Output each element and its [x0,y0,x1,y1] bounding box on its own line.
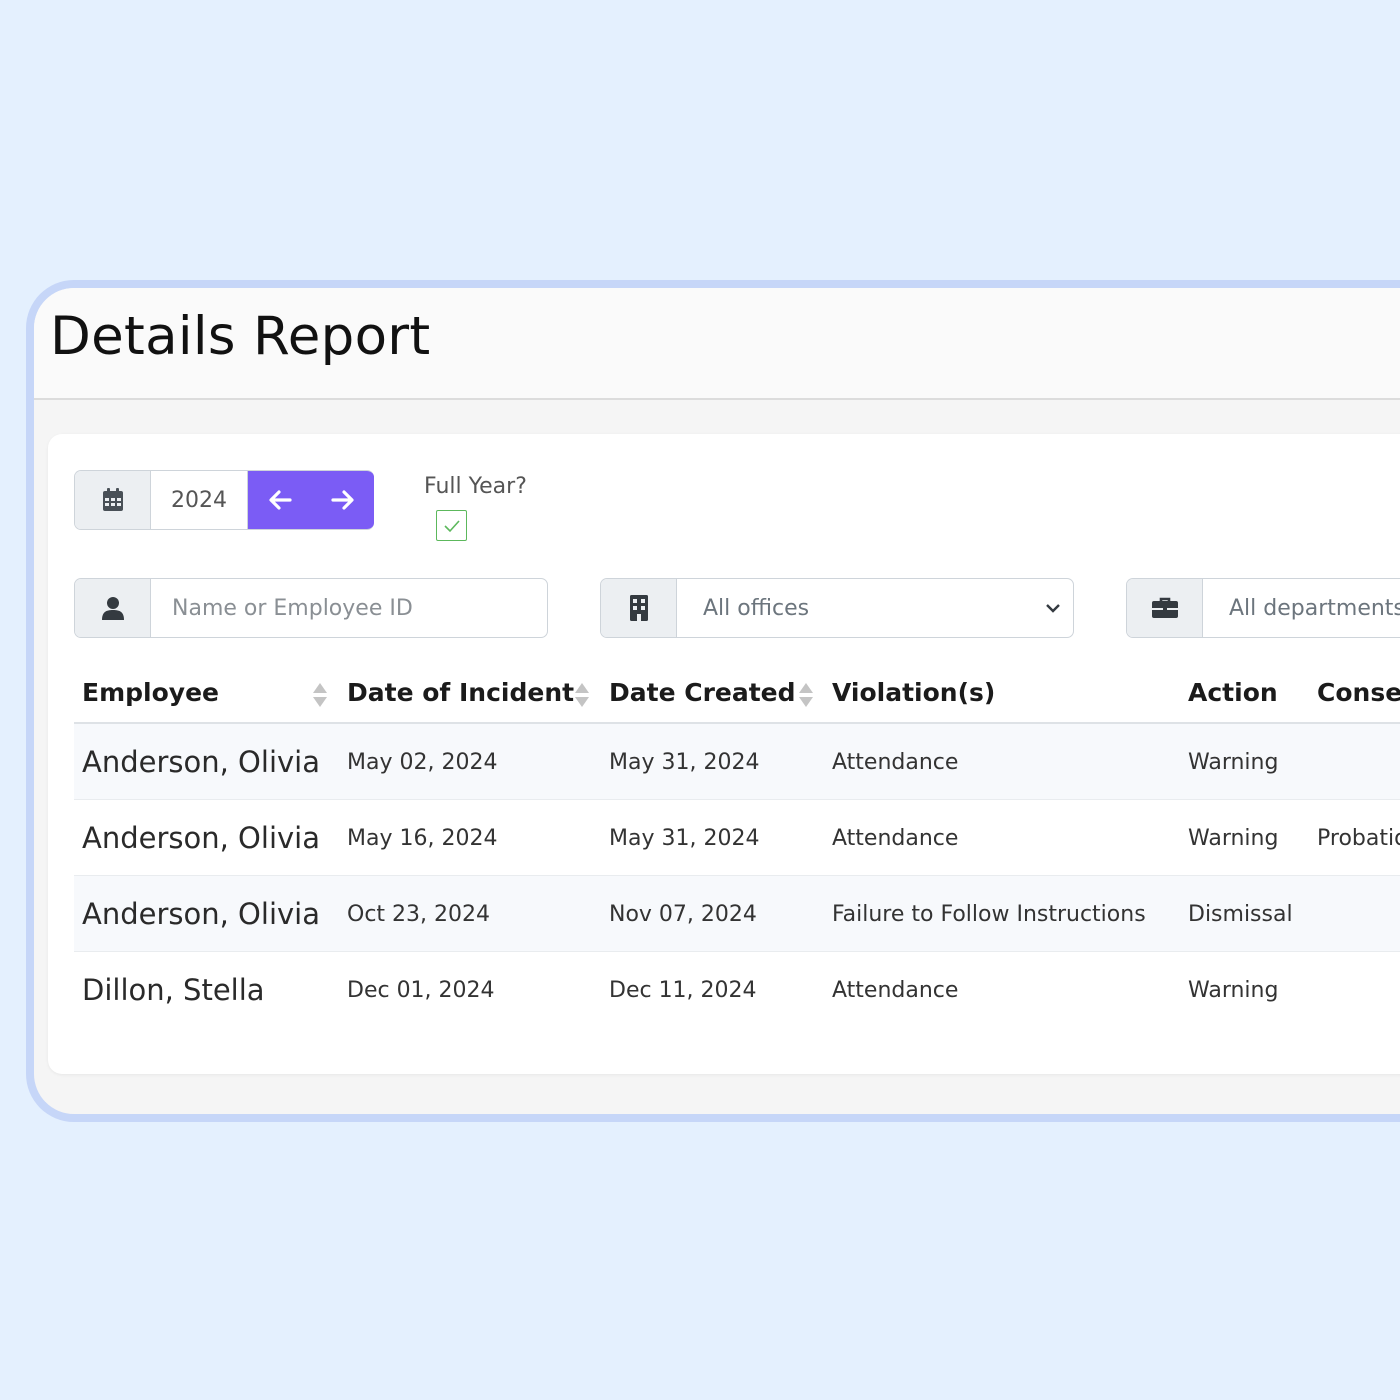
page-header: Details Report [34,288,1400,400]
calendar-icon [75,471,151,529]
year-selector: 2024 [74,470,374,530]
previous-year-button[interactable] [248,471,311,529]
report-panel: 2024 Full Year? Name or Employee ID All … [48,434,1400,1074]
employee-cell: Anderson, Olivia [82,745,320,779]
arrow-right-icon [330,490,354,510]
table-row[interactable]: Anderson, Olivia May 16, 2024 May 31, 20… [74,800,1400,876]
next-year-button[interactable] [311,471,374,529]
briefcase-icon [1127,579,1203,637]
department-select[interactable]: All departments [1203,579,1400,637]
column-header-consequence: Consequence [1317,678,1400,707]
sort-icon[interactable] [574,682,590,708]
sort-icon[interactable] [798,682,814,708]
office-filter: All offices [600,578,1074,638]
violation-cell: Attendance [832,977,959,1003]
table-header: Employee Date of Incident Date Created V… [74,666,1400,724]
employee-filter: Name or Employee ID [74,578,548,638]
violation-cell: Failure to Follow Instructions [832,901,1146,927]
report-window: Details Report 2024 Full Year? Name or E… [26,280,1400,1122]
employee-cell: Anderson, Olivia [82,897,320,931]
page-title: Details Report [50,306,431,367]
table-row[interactable]: Anderson, Olivia May 02, 2024 May 31, 20… [74,724,1400,800]
department-select-value: All departments [1229,595,1400,621]
incident-date-cell: May 16, 2024 [347,825,498,851]
incident-date-cell: May 02, 2024 [347,749,498,775]
created-date-cell: Dec 11, 2024 [609,977,757,1003]
department-filter: All departments [1126,578,1400,638]
arrow-left-icon [268,490,292,510]
column-header-date-created[interactable]: Date Created [609,678,796,707]
incident-date-cell: Oct 23, 2024 [347,901,490,927]
action-cell: Dismissal [1188,901,1293,927]
full-year-checkbox[interactable] [436,510,467,541]
column-header-violations: Violation(s) [832,678,996,707]
violation-cell: Attendance [832,749,959,775]
building-icon [601,579,677,637]
created-date-cell: May 31, 2024 [609,825,760,851]
office-select[interactable]: All offices [677,579,1073,637]
violation-cell: Attendance [832,825,959,851]
consequence-cell: Probation [1317,825,1400,851]
column-header-employee[interactable]: Employee [82,678,219,707]
check-icon [443,519,460,532]
table-row[interactable]: Dillon, Stella Dec 01, 2024 Dec 11, 2024… [74,952,1400,1028]
column-header-action: Action [1188,678,1278,707]
sort-icon[interactable] [312,682,328,708]
table-row[interactable]: Anderson, Olivia Oct 23, 2024 Nov 07, 20… [74,876,1400,952]
created-date-cell: May 31, 2024 [609,749,760,775]
created-date-cell: Nov 07, 2024 [609,901,757,927]
employee-cell: Dillon, Stella [82,973,265,1007]
employee-search-input[interactable]: Name or Employee ID [151,579,547,637]
action-cell: Warning [1188,825,1279,851]
action-cell: Warning [1188,977,1279,1003]
column-header-date-of-incident[interactable]: Date of Incident [347,678,574,707]
office-select-value: All offices [703,595,810,621]
year-value[interactable]: 2024 [151,471,248,529]
chevron-down-icon [1046,604,1060,613]
user-icon [75,579,151,637]
incident-date-cell: Dec 01, 2024 [347,977,495,1003]
employee-cell: Anderson, Olivia [82,821,320,855]
full-year-label: Full Year? [424,474,527,499]
incidents-table: Employee Date of Incident Date Created V… [74,666,1400,1028]
action-cell: Warning [1188,749,1279,775]
